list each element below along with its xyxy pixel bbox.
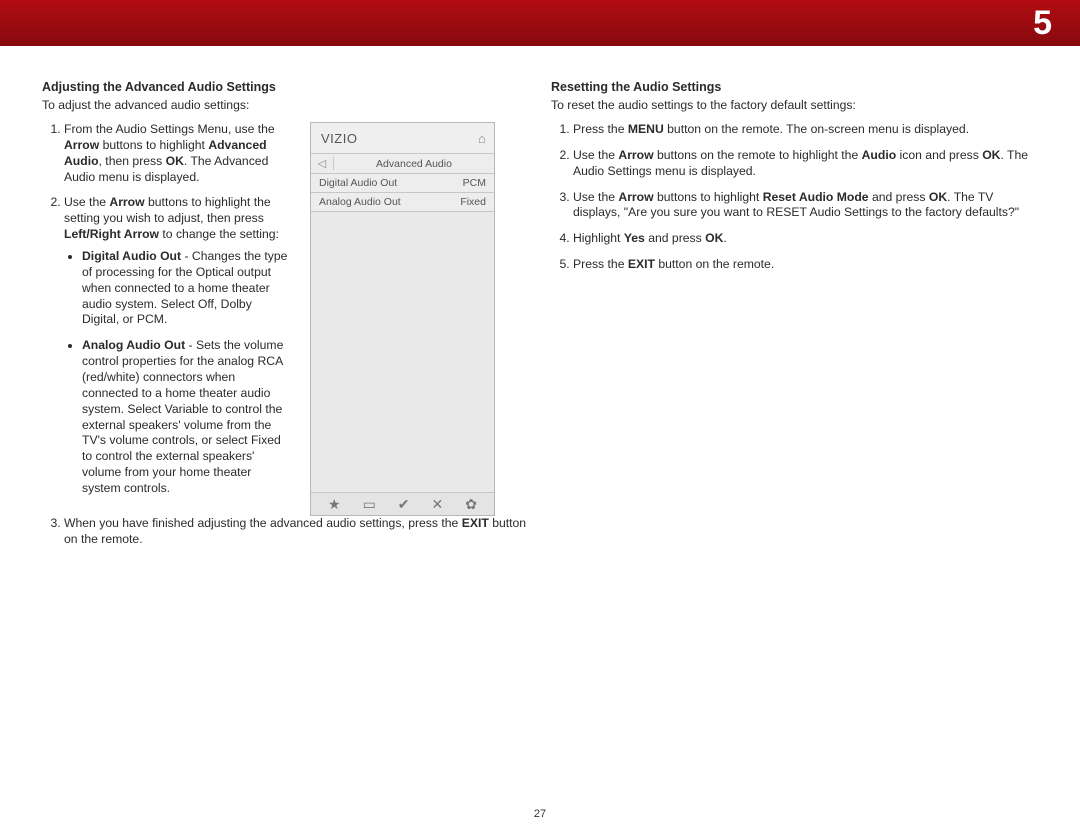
gear-icon: ✿ bbox=[465, 497, 477, 511]
right-steps: Press the MENU button on the remote. The… bbox=[551, 122, 1038, 273]
left-step-3: When you have finished adjusting the adv… bbox=[64, 516, 529, 548]
right-step-2: Use the Arrow buttons on the remote to h… bbox=[573, 148, 1038, 180]
content-columns: Adjusting the Advanced Audio Settings To… bbox=[0, 46, 1080, 558]
back-icon: ◁ bbox=[311, 157, 334, 170]
left-step-1: From the Audio Settings Menu, use the Ar… bbox=[64, 122, 292, 185]
left-step-text: From the Audio Settings Menu, use the Ar… bbox=[42, 122, 292, 516]
osd-row-value: Fixed bbox=[460, 196, 486, 208]
page: 5 Adjusting the Advanced Audio Settings … bbox=[0, 0, 1080, 834]
widescreen-icon: ▭ bbox=[363, 497, 376, 511]
osd-menu: VIZIO ⌂ ◁ Advanced Audio Digital Audio O… bbox=[310, 122, 495, 516]
left-step-2: Use the Arrow buttons to highlight the s… bbox=[64, 195, 292, 496]
osd-row: Analog Audio Out Fixed bbox=[311, 193, 494, 212]
osd-bottom-bar: ★ ▭ ✔ ✕ ✿ bbox=[311, 492, 494, 515]
v-icon: ✔ bbox=[398, 497, 410, 511]
osd-title: Advanced Audio bbox=[334, 158, 494, 170]
close-icon: ✕ bbox=[432, 497, 444, 511]
osd-title-row: ◁ Advanced Audio bbox=[311, 153, 494, 174]
right-intro: To reset the audio settings to the facto… bbox=[551, 98, 1038, 112]
right-step-1: Press the MENU button on the remote. The… bbox=[573, 122, 1038, 138]
left-bullet-2: Analog Audio Out - Sets the volume contr… bbox=[82, 338, 292, 497]
osd-top-bar: VIZIO ⌂ bbox=[311, 123, 494, 153]
right-step-5: Press the EXIT button on the remote. bbox=[573, 257, 1038, 273]
left-steps-3: When you have finished adjusting the adv… bbox=[42, 516, 529, 548]
osd-row-label: Digital Audio Out bbox=[319, 177, 397, 189]
left-steps-1-2: From the Audio Settings Menu, use the Ar… bbox=[42, 122, 292, 497]
right-step-3: Use the Arrow buttons to highlight Reset… bbox=[573, 190, 1038, 222]
left-intro: To adjust the advanced audio settings: bbox=[42, 98, 529, 112]
right-step-4: Highlight Yes and press OK. bbox=[573, 231, 1038, 247]
osd-empty-area bbox=[311, 212, 494, 492]
chapter-band: 5 bbox=[0, 0, 1080, 46]
left-heading: Adjusting the Advanced Audio Settings bbox=[42, 80, 529, 94]
osd-row-label: Analog Audio Out bbox=[319, 196, 401, 208]
page-number: 27 bbox=[0, 808, 1080, 820]
osd-row-value: PCM bbox=[463, 177, 486, 189]
chapter-number: 5 bbox=[1033, 6, 1052, 40]
home-icon: ⌂ bbox=[478, 131, 486, 146]
vizio-logo: VIZIO bbox=[321, 131, 357, 146]
left-bullets: Digital Audio Out - Changes the type of … bbox=[64, 249, 292, 497]
right-column: Resetting the Audio Settings To reset th… bbox=[551, 80, 1038, 558]
left-step-flex: From the Audio Settings Menu, use the Ar… bbox=[42, 122, 529, 516]
right-heading: Resetting the Audio Settings bbox=[551, 80, 1038, 94]
left-bullet-1: Digital Audio Out - Changes the type of … bbox=[82, 249, 292, 328]
osd-row: Digital Audio Out PCM bbox=[311, 174, 494, 193]
left-column: Adjusting the Advanced Audio Settings To… bbox=[42, 80, 529, 558]
star-icon: ★ bbox=[328, 497, 341, 511]
